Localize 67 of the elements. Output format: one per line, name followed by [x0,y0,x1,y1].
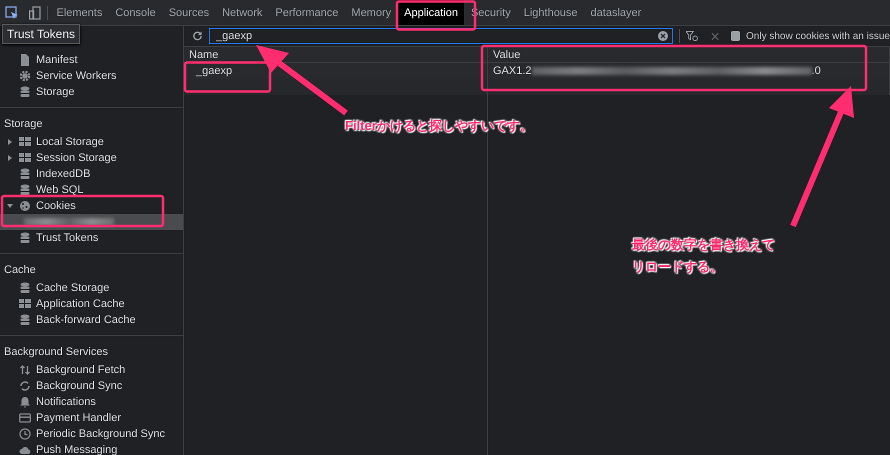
database-icon [19,168,31,180]
panel-tab[interactable]: Network [216,0,269,25]
sidebar-item[interactable]: Session Storage [0,150,183,166]
grid-icon [19,136,31,148]
column-header[interactable]: Name [184,47,488,63]
annotation-text: Filterかけると探しやすいです。 [345,117,533,135]
panel-tab[interactable]: Elements [50,0,109,25]
grid-icon [19,152,31,164]
sidebar-item[interactable]: Push Messaging [0,442,183,455]
sidebar-item[interactable]: Service Workers [0,68,183,84]
gear-icon [19,70,31,82]
annotation-text: 最後の数字を書き換えてリロードする。 [632,236,776,276]
table-cell: GAX1.2 .0 [488,63,890,79]
database-icon [19,184,31,196]
sidebar-item[interactable]: Local Storage [0,134,183,150]
card-icon [19,412,31,424]
device-icon[interactable] [29,6,41,20]
sidebar-item[interactable]: Notifications [0,394,183,410]
cookie-icon [19,200,31,212]
expand-arrow-icon[interactable] [7,139,13,145]
filter-clear-icon[interactable] [686,30,699,42]
checkbox-label[interactable]: Only show cookies with an issue [746,30,890,42]
grid-icon [19,298,31,310]
section-header: Storage [3,117,44,132]
refresh-icon[interactable] [192,30,203,42]
panel-tab[interactable]: Performance [268,0,345,25]
inspect-icon[interactable] [5,6,19,20]
sidebar-item[interactable]: Cookies [0,198,183,214]
sidebar-item[interactable]: Background Sync [0,378,183,394]
sidebar-item[interactable]: Web SQL [0,182,183,198]
panel-tab[interactable]: Memory [344,0,398,25]
database-icon [19,282,31,294]
sidebar-item[interactable]: Application Cache [0,296,183,312]
close-icon[interactable] [710,32,719,40]
panel-tab[interactable]: Application [398,0,464,25]
section-header: Background Services [3,345,109,360]
table-cell: _gaexp [184,63,488,79]
clock-icon [19,428,31,440]
panel-tab[interactable]: dataslayer [584,0,648,25]
filter-field[interactable]: _gaexp [208,28,673,44]
sidebar-item[interactable]: Payment Handler [0,410,183,426]
sidebar-item[interactable]: Periodic Background Sync [0,426,183,442]
sidebar-item[interactable]: Back-forward Cache [0,312,183,328]
sidebar-item[interactable]: Manifest [0,52,183,68]
column-header[interactable]: Value [488,47,890,63]
sidebar-item[interactable]: Cache Storage [0,280,183,296]
file-icon [19,54,31,66]
database-icon [19,314,31,326]
cloud-icon [19,444,31,455]
checkbox[interactable] [730,31,740,41]
database-icon [19,232,31,244]
sync-icon [19,380,31,392]
expand-arrow-icon[interactable] [7,203,13,209]
sidebar-item[interactable]: IndexedDB [0,166,183,182]
sidebar-item[interactable]: Background Fetch [0,362,183,378]
sidebar-item[interactable]: Storage [0,84,183,100]
panel-tab[interactable]: Console [108,0,162,25]
arrows-icon [19,364,31,376]
expand-arrow-icon[interactable] [7,155,13,161]
section-header: Cache [3,263,37,278]
panel-tab[interactable]: Lighthouse [517,0,584,25]
bell-icon [19,396,31,408]
panel-tab[interactable]: Sources [162,0,216,25]
sidebar-item[interactable]: Trust Tokens [0,230,183,246]
database-icon [19,86,31,98]
tooltip: Trust Tokens [2,24,80,44]
clear-icon[interactable] [658,31,668,41]
